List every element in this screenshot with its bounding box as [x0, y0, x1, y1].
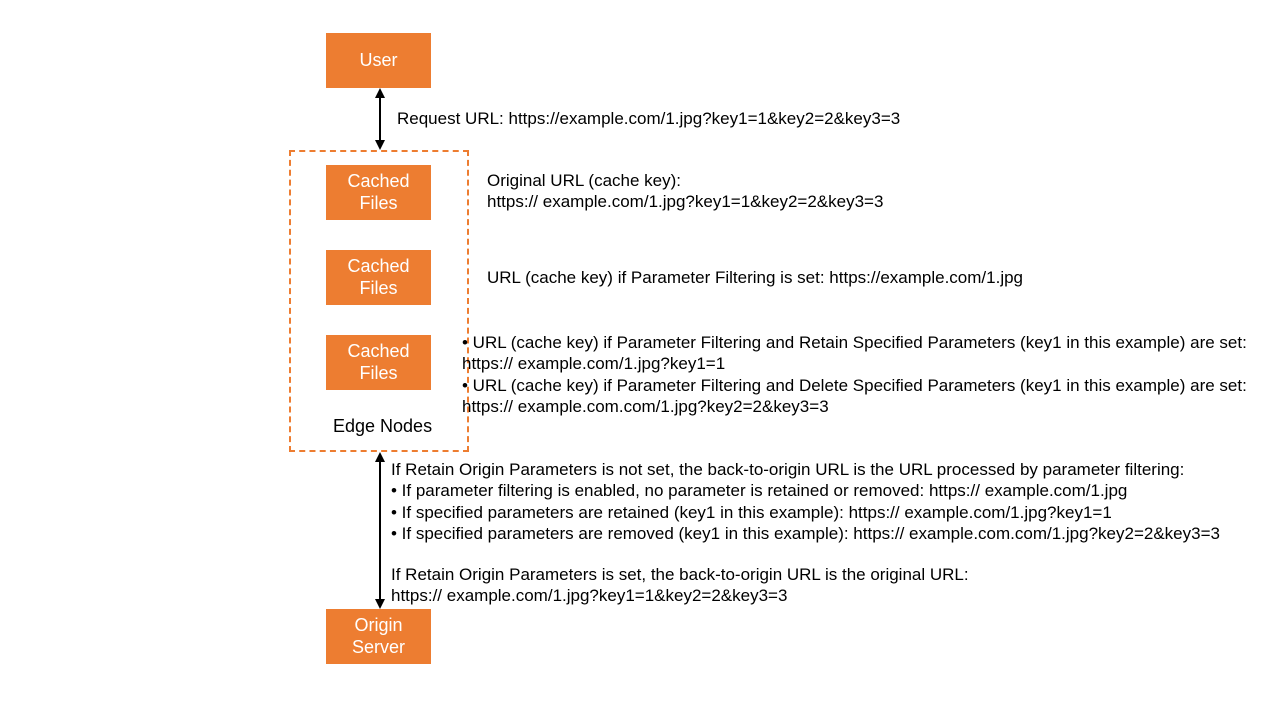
cached-files-label-3: Cached Files: [347, 341, 409, 384]
origin1-line4: • If specified parameters are removed (k…: [391, 523, 1220, 544]
origin1-line2: • If parameter filtering is enabled, no …: [391, 480, 1220, 501]
cache2-line: URL (cache key) if Parameter Filtering i…: [487, 268, 1023, 287]
cached-files-box-3: Cached Files: [326, 335, 431, 390]
cache1-line1: Original URL (cache key):: [487, 170, 883, 191]
cached-files-box-2: Cached Files: [326, 250, 431, 305]
origin2-line2: https:// example.com/1.jpg?key1=1&key2=2…: [391, 585, 969, 606]
cached-files-label-2: Cached Files: [347, 256, 409, 299]
origin-server-label: Origin Server: [352, 615, 405, 658]
cache3-line1: • URL (cache key) if Parameter Filtering…: [462, 332, 1247, 353]
cache1-text: Original URL (cache key): https:// examp…: [487, 170, 883, 213]
cache3-line2: https:// example.com/1.jpg?key1=1: [462, 353, 1247, 374]
cache1-line2: https:// example.com/1.jpg?key1=1&key2=2…: [487, 191, 883, 212]
arrow-user-edge: [375, 88, 385, 150]
user-box: User: [326, 33, 431, 88]
cache3-text: • URL (cache key) if Parameter Filtering…: [462, 332, 1247, 417]
origin-server-box: Origin Server: [326, 609, 431, 664]
origin2-line1: If Retain Origin Parameters is set, the …: [391, 564, 969, 585]
request-url-text: Request URL: https://example.com/1.jpg?k…: [397, 108, 900, 129]
origin1-line3: • If specified parameters are retained (…: [391, 502, 1220, 523]
origin-text-2: If Retain Origin Parameters is set, the …: [391, 564, 969, 607]
origin-text-1: If Retain Origin Parameters is not set, …: [391, 459, 1220, 544]
request-url-value: Request URL: https://example.com/1.jpg?k…: [397, 109, 900, 128]
cached-files-box-1: Cached Files: [326, 165, 431, 220]
cache3-line4: https:// example.com.com/1.jpg?key2=2&ke…: [462, 396, 1247, 417]
cached-files-label-1: Cached Files: [347, 171, 409, 214]
cache2-text: URL (cache key) if Parameter Filtering i…: [487, 267, 1023, 288]
user-label: User: [359, 50, 397, 72]
origin1-line1: If Retain Origin Parameters is not set, …: [391, 459, 1220, 480]
cache3-line3: • URL (cache key) if Parameter Filtering…: [462, 375, 1247, 396]
arrow-edge-origin: [375, 452, 385, 609]
edge-nodes-label: Edge Nodes: [333, 415, 432, 438]
